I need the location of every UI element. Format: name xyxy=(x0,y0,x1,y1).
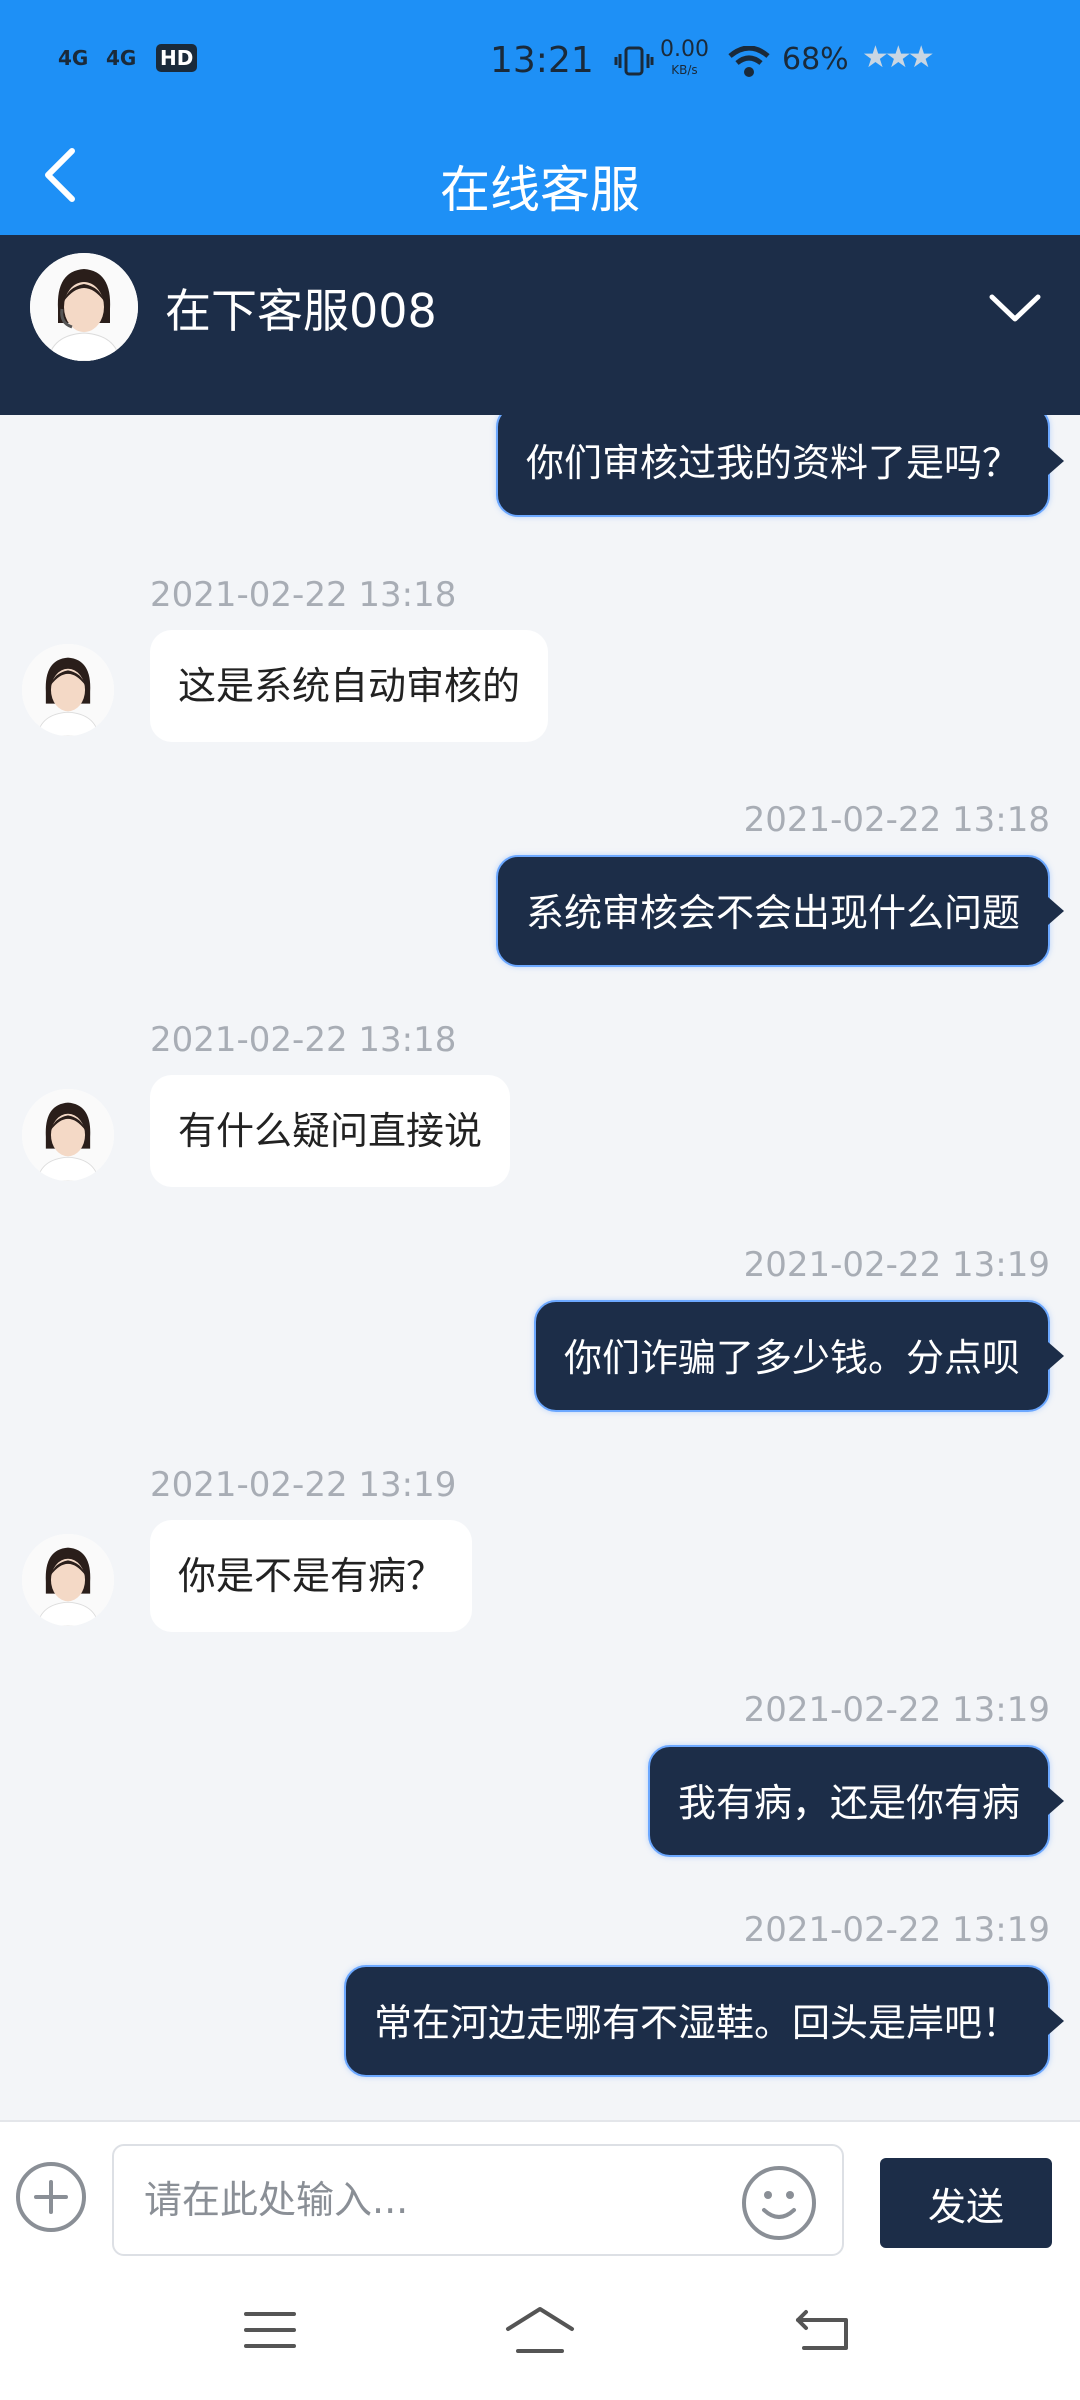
plus-icon xyxy=(34,2180,68,2214)
battery-icon: ★★★ xyxy=(862,40,935,75)
message-timestamp: 2021-02-22 13:18 xyxy=(150,1020,457,1060)
message-row: 你是不是有病？ xyxy=(0,1520,1080,1635)
message-row: 常在河边走哪有不湿鞋。回头是岸吧！ xyxy=(0,1965,1080,2080)
message-timestamp: 2021-02-22 13:19 xyxy=(743,1245,1050,1285)
menu-nav-button[interactable] xyxy=(230,2300,310,2360)
send-button[interactable]: 发送 xyxy=(880,2158,1052,2248)
collapse-button[interactable] xyxy=(980,277,1050,337)
smiley-icon xyxy=(762,2191,796,2219)
emoji-button[interactable] xyxy=(742,2166,816,2240)
wifi-icon xyxy=(728,46,770,77)
add-attachment-button[interactable] xyxy=(16,2162,86,2232)
menu-icon xyxy=(244,2312,296,2348)
message-row: 你们诈骗了多少钱。分点呗 xyxy=(0,1300,1080,1415)
signal-1: 4G xyxy=(58,46,89,70)
message-bubble-out[interactable]: 我有病，还是你有病 xyxy=(647,1745,1065,1857)
message-timestamp: 2021-02-22 13:18 xyxy=(743,800,1050,840)
page-title: 在线客服 xyxy=(440,161,640,219)
top-bar: 4G 4G HD 13:21 0.00 KB/s 68% ★★★ 在线客服 xyxy=(0,0,1080,235)
message-row: 有什么疑问直接说 xyxy=(0,1075,1080,1190)
chevron-down-icon xyxy=(989,294,1041,322)
message-row: 这是系统自动审核的 xyxy=(0,630,1080,745)
system-nav-bar xyxy=(0,2260,1080,2400)
signal-2: 4G xyxy=(106,46,137,70)
message-row: 你们审核过我的资料了是吗？ xyxy=(0,415,1080,520)
home-icon xyxy=(506,2307,574,2353)
message-row: 系统审核会不会出现什么问题 xyxy=(0,855,1080,970)
agent-name: 在下客服008 xyxy=(165,284,437,338)
input-bar: 发送 xyxy=(0,2120,1080,2260)
message-bubble-in[interactable]: 这是系统自动审核的 xyxy=(150,630,549,742)
message-row: 我有病，还是你有病 xyxy=(0,1745,1080,1860)
agent-avatar-small xyxy=(22,644,114,736)
message-bubble-out[interactable]: 常在河边走哪有不湿鞋。回头是岸吧！ xyxy=(343,1965,1065,2077)
message-timestamp: 2021-02-22 13:19 xyxy=(150,1465,457,1505)
battery-level: 68% xyxy=(782,42,849,77)
message-timestamp: 2021-02-22 13:18 xyxy=(150,575,457,615)
agent-avatar xyxy=(30,253,138,361)
status-bar: 4G 4G HD 13:21 0.00 KB/s 68% ★★★ xyxy=(0,0,1080,125)
hd-badge: HD xyxy=(156,44,198,72)
message-bubble-out[interactable]: 系统审核会不会出现什么问题 xyxy=(495,855,1065,967)
message-bubble-in[interactable]: 你是不是有病？ xyxy=(150,1520,473,1632)
message-bubble-out[interactable]: 你们诈骗了多少钱。分点呗 xyxy=(533,1300,1065,1412)
agent-header: 在下客服008 xyxy=(0,235,1080,415)
return-icon xyxy=(796,2310,848,2350)
back-nav-button[interactable] xyxy=(784,2300,864,2360)
vibrate-icon xyxy=(614,46,654,76)
message-timestamp: 2021-02-22 13:19 xyxy=(743,1690,1050,1730)
message-list[interactable]: 你们审核过我的资料了是吗？ 2021-02-22 13:18 这是系统自动审核的… xyxy=(0,415,1080,2120)
agent-avatar-small xyxy=(22,1534,114,1626)
home-nav-button[interactable] xyxy=(500,2300,580,2360)
net-speed: 0.00 KB/s xyxy=(660,37,709,78)
message-timestamp: 2021-02-22 13:19 xyxy=(743,1910,1050,1950)
message-input[interactable] xyxy=(112,2144,844,2256)
message-bubble-out[interactable]: 你们审核过我的资料了是吗？ xyxy=(495,415,1065,517)
agent-avatar-small xyxy=(22,1089,114,1181)
status-time: 13:21 xyxy=(490,40,594,81)
message-bubble-in[interactable]: 有什么疑问直接说 xyxy=(150,1075,511,1187)
